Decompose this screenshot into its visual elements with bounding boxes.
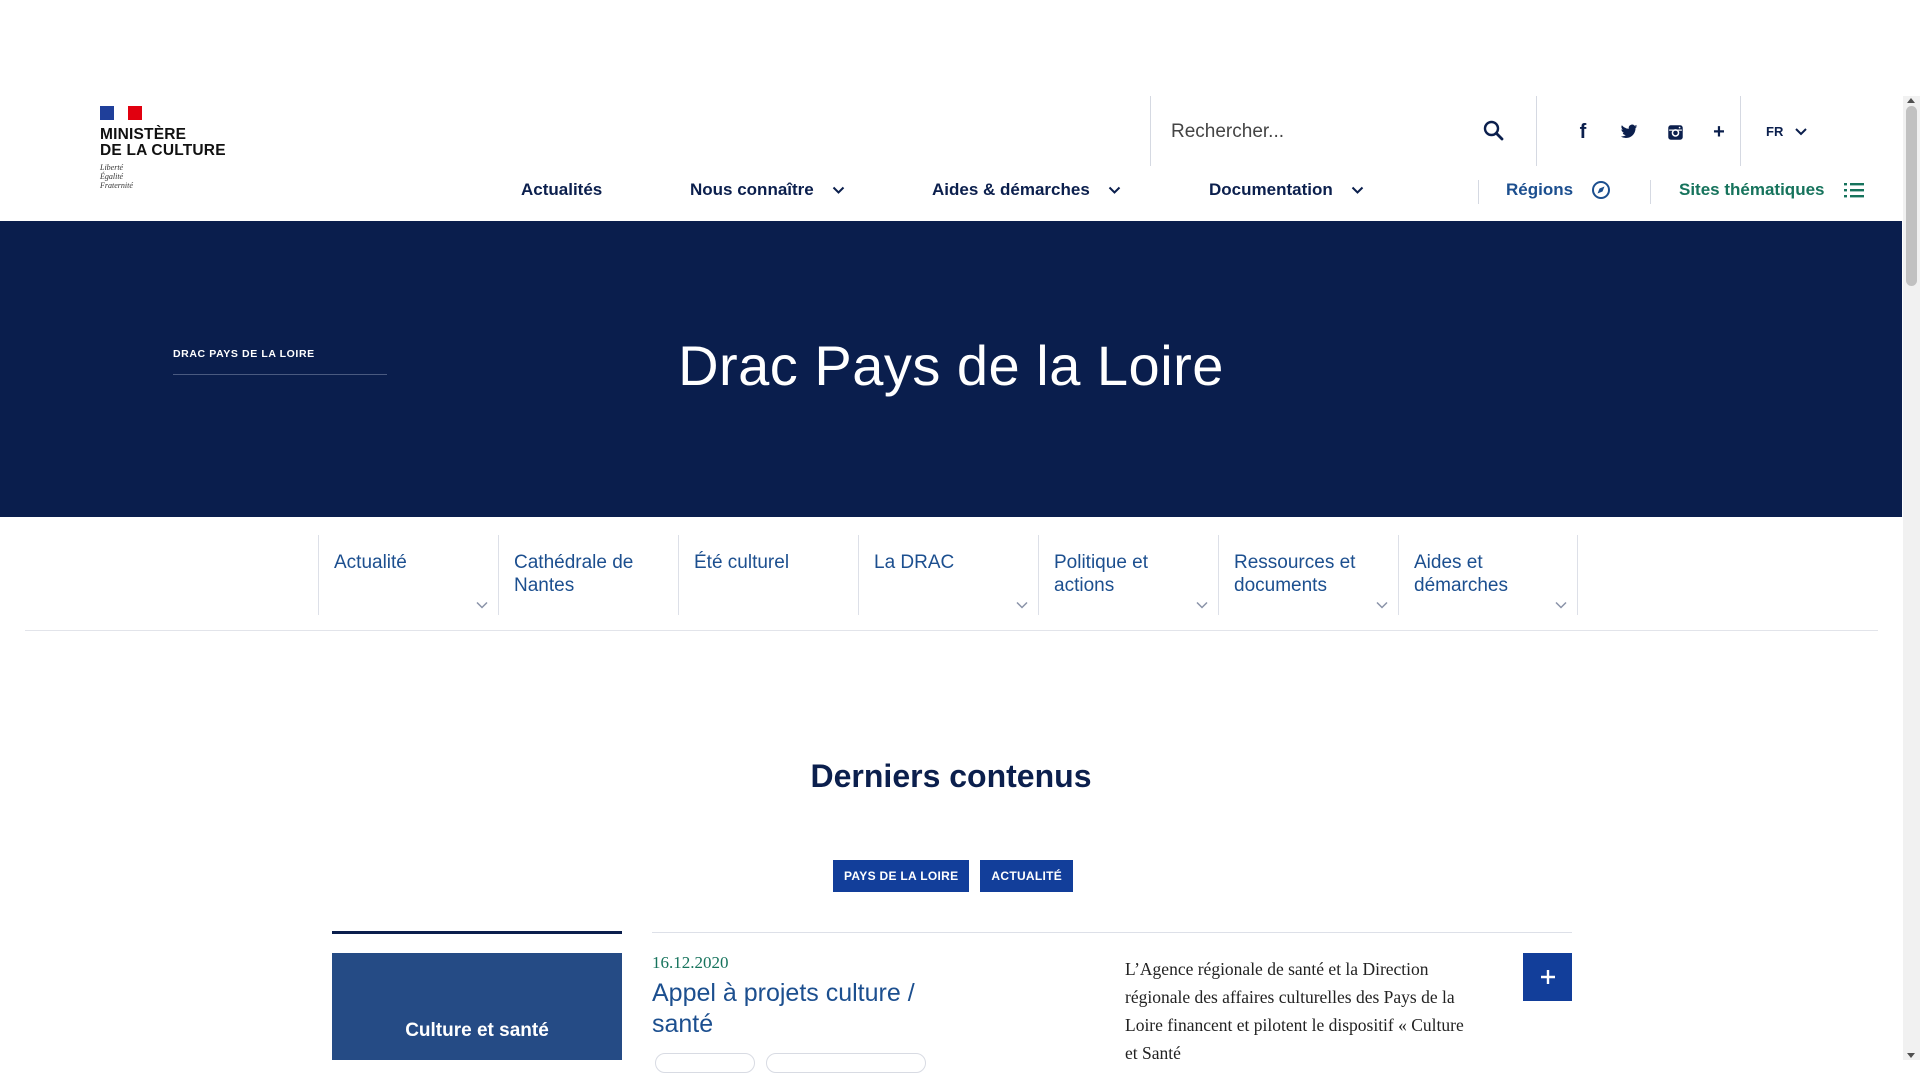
logo-name-line2: DE LA CULTURE — [100, 142, 226, 159]
facebook-icon[interactable]: f — [1569, 118, 1597, 146]
chevron-down-icon — [1351, 186, 1363, 194]
subnav-tab-la-drac[interactable]: La DRAC — [858, 535, 1038, 615]
list-icon — [1843, 183, 1864, 198]
chevron-down-icon — [1196, 601, 1208, 609]
search-input[interactable] — [1171, 118, 1471, 146]
plus-icon — [1540, 970, 1555, 984]
nav-documentation-label: Documentation — [1209, 180, 1333, 199]
page-scrollbar[interactable] — [1903, 96, 1920, 1060]
tag-actualite[interactable]: ACTUALITÉ — [980, 860, 1074, 892]
chevron-down-icon — [1376, 601, 1388, 609]
site-header: MINISTÈRE DE LA CULTURE Liberté Égalité … — [0, 0, 1902, 221]
subnav-tab-actualite[interactable]: Actualité — [318, 535, 498, 615]
subnav-tab-cathedrale[interactable]: Cathédrale de Nantes — [498, 535, 678, 615]
language-code: FR — [1766, 124, 1784, 139]
nav-divider — [1650, 180, 1651, 204]
subnav-tab-label: Cathédrale de Nantes — [514, 552, 634, 596]
chevron-down-icon — [1555, 601, 1567, 609]
expand-button[interactable] — [1523, 953, 1572, 1001]
subnav-tab-label: Politique et actions — [1054, 552, 1149, 596]
nav-divider — [1478, 180, 1479, 204]
chevron-down-icon — [1795, 128, 1807, 136]
chevron-down-icon — [832, 186, 844, 194]
language-selector[interactable]: FR — [1740, 96, 1840, 166]
scrollbar-thumb[interactable] — [1906, 106, 1917, 286]
nav-actualites[interactable]: Actualités — [521, 180, 602, 200]
nav-actualites-label: Actualités — [521, 180, 603, 199]
subnav-tab-aides[interactable]: Aides et démarches — [1398, 535, 1578, 615]
subnav-tab-politique[interactable]: Politique et actions — [1038, 535, 1218, 615]
scroll-up-arrow-icon[interactable] — [1907, 98, 1915, 103]
nav-regions[interactable]: Régions — [1506, 180, 1611, 200]
compass-icon — [1592, 181, 1611, 199]
card-title-link[interactable]: Appel à projets culture / santé — [652, 978, 982, 1040]
main-navigation: Actualités Nous connaître Aides & démarc… — [0, 180, 1900, 206]
card-thumbnail[interactable]: Culture et santé — [332, 953, 622, 1060]
subnav-tab-label: Aides et démarches — [1414, 552, 1508, 596]
nav-aides-label: Aides & démarches — [932, 180, 1090, 199]
subnav-tab-ete-culturel[interactable]: Été culturel — [678, 535, 858, 615]
card-divider — [332, 931, 622, 934]
nav-nous-connaitre-label: Nous connaître — [690, 180, 814, 199]
logo-name-line1: MINISTÈRE — [100, 126, 187, 143]
twitter-icon[interactable] — [1615, 118, 1643, 146]
logo-name: MINISTÈRE DE LA CULTURE — [100, 127, 230, 159]
subnav-tab-label: Été culturel — [694, 552, 790, 573]
subnav-tab-label: La DRAC — [874, 552, 955, 573]
search-box — [1150, 96, 1535, 166]
french-flag-icon — [100, 106, 142, 120]
search-icon[interactable] — [1481, 118, 1507, 144]
subnav-tab-label: Actualité — [334, 552, 407, 573]
page-title: Drac Pays de la Loire — [678, 334, 1224, 397]
card-date: 16.12.2020 — [652, 953, 729, 972]
chevron-down-icon — [1108, 186, 1121, 194]
section-navigation: Actualité Cathédrale de Nantes Été cultu… — [25, 517, 1878, 631]
scroll-down-arrow-icon[interactable] — [1907, 1053, 1915, 1058]
page-hero: DRAC PAYS DE LA LOIRE Drac Pays de la Lo… — [0, 221, 1902, 517]
nav-sites-thematiques[interactable]: Sites thématiques — [1679, 180, 1865, 200]
motto-liberte: Liberté — [100, 163, 124, 172]
nav-regions-label: Régions — [1506, 180, 1574, 199]
card-description: L’Agence régionale de santé et la Direct… — [1125, 959, 1464, 1063]
instagram-icon[interactable] — [1661, 118, 1689, 146]
filter-tags: PAYS DE LA LOIRE ACTUALITÉ — [833, 860, 1074, 892]
chevron-down-icon — [476, 601, 488, 609]
nav-nous-connaitre[interactable]: Nous connaître — [690, 180, 845, 200]
tag-pays-de-la-loire[interactable]: PAYS DE LA LOIRE — [833, 860, 970, 892]
nav-aides-demarches[interactable]: Aides & démarches — [932, 180, 1121, 200]
card-chip[interactable] — [766, 1053, 926, 1073]
nav-documentation[interactable]: Documentation — [1209, 180, 1364, 200]
card-divider — [652, 932, 1572, 933]
nav-sites-label: Sites thématiques — [1679, 180, 1825, 199]
plus-icon[interactable]: + — [1705, 118, 1733, 146]
chevron-down-icon — [1016, 601, 1028, 609]
subnav-tab-label: Ressources et documents — [1234, 552, 1356, 596]
subnav-tab-ressources[interactable]: Ressources et documents — [1218, 535, 1398, 615]
card-thumbnail-label: Culture et santé — [405, 1020, 549, 1041]
section-title: Derniers contenus — [810, 758, 1092, 794]
social-links: f + — [1536, 96, 1740, 166]
card-chip[interactable] — [655, 1053, 755, 1073]
